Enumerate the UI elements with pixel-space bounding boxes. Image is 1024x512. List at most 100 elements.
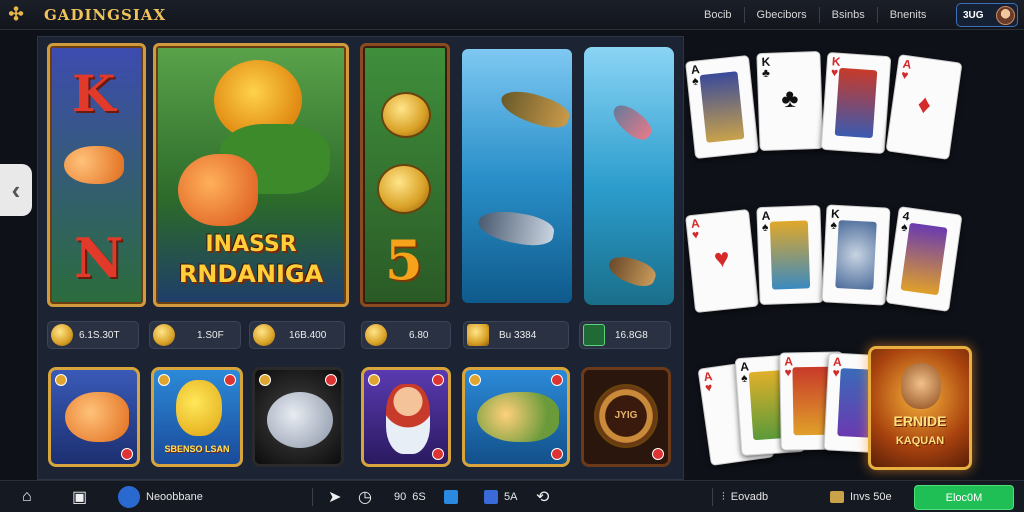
grid-icon [444,490,458,504]
coin-badge-icon [55,374,67,386]
fish-icon [64,146,124,184]
coin-badge-icon [368,374,380,386]
flag-icon [484,490,498,504]
mermaid-character-icon [386,384,430,454]
coin-icon [365,324,387,346]
stat-value: 6.80 [409,329,429,341]
face-card-art [834,67,878,139]
game-icon-banana[interactable]: SBENSO LSAN [151,367,243,467]
stat-group-1[interactable]: ⫶ Eovadb [722,481,768,512]
cta-button[interactable]: Eloc0M [914,485,1014,510]
chevron-left-icon: ‹ [11,174,21,205]
coin-icon [253,324,275,346]
leaping-salmon-icon [608,99,656,145]
stat-bar[interactable]: Bu 3384 [463,321,569,349]
stat-bar[interactable]: 1.S0F [149,321,241,349]
playing-card[interactable]: A ♥ ♦ [885,54,963,160]
stat-group-2[interactable]: Invs 50e [830,481,892,512]
swimming-fish-icon [475,206,557,250]
playing-card[interactable]: 4 ♠ [885,206,963,312]
game-icon-coin[interactable]: JYIG [581,367,671,467]
stat-value: 1.S0F [197,329,224,341]
jumping-fish-icon [497,84,572,134]
ocean-game-tile[interactable] [584,47,674,305]
games-panel: K N INASSR RNDANIGA 5 6.1S.30T 1.S0F 16B… [37,36,684,480]
playing-card[interactable]: K ♥ [820,51,892,155]
prev-arrow-button[interactable]: ‹ [0,164,32,216]
avatar[interactable] [996,6,1015,25]
profile-button[interactable]: Neoobbane [118,481,203,512]
big-fish-icon [178,154,258,226]
history-button[interactable]: ◷ [358,481,372,512]
nav-item-bsinbs[interactable]: Bsinbs [818,7,877,23]
club-icon: ♣ [780,82,799,114]
grid-button[interactable] [444,481,458,512]
coin-badge-icon [259,374,271,386]
playing-card[interactable]: A ♥ ♥ [685,208,759,314]
face-card-art [835,220,877,290]
stat-bar[interactable]: 16B.400 [249,321,345,349]
slot-tile-letters[interactable]: K N [47,43,146,307]
home-button[interactable]: ⌂ [22,481,32,512]
fishing-game-tile[interactable] [460,47,574,305]
coin-badge-icon [469,374,481,386]
game-icon-trout[interactable] [462,367,570,467]
alert-badge-icon [551,448,563,460]
stat-bar[interactable]: 6.1S.30T [47,321,139,349]
screen-button[interactable]: ▣ [72,481,87,512]
featured-game-tile[interactable]: INASSR RNDANIGA [153,43,349,307]
stat-label: Invs 50e [850,491,892,503]
home-icon: ⌂ [22,488,32,505]
counter-group-2[interactable]: 5A [484,481,517,512]
face-card-art [900,222,948,296]
stat-bar[interactable]: 6.80 [361,321,451,349]
promo-subtitle: KAQUAN [895,435,945,447]
playing-card[interactable]: K ♣ ♣ [756,50,824,152]
nav-item-gbecibors[interactable]: Gbecibors [743,7,819,23]
coin-label: JYIG [614,410,638,421]
nav-item-bocib[interactable]: Bocib [692,7,744,23]
counter-value: 5A [504,491,518,503]
stat-value: 16.8G8 [615,329,648,341]
game-icon-shark[interactable] [252,367,344,467]
featured-title-line-2: RNDANIGA [178,260,324,288]
slot-tile-coins[interactable]: 5 [360,43,450,307]
playing-card[interactable]: K ♠ [821,204,891,306]
game-icon-goldfish[interactable] [48,367,140,467]
shark-icon [267,392,333,448]
bottom-bar: ⌂ ▣ Neoobbane ➤ ◷ 90 6S 5A ⟲ ⫶ Eovadb In… [0,480,1024,512]
logo-icon[interactable]: ✣ [6,4,26,24]
game-icon-mermaid[interactable] [361,367,451,467]
user-chip[interactable]: 3UG [956,3,1018,27]
alert-badge-icon [551,374,563,386]
heart-icon: ♦ [915,88,934,120]
stat-bar[interactable]: 16.8G8 [579,321,671,349]
divider [312,488,313,506]
goldfish-icon [65,392,129,442]
promo-card[interactable]: ERNIDE KAQUAN [868,346,972,470]
character-face-icon [901,363,941,409]
banana-character-icon [176,380,222,436]
stat-value: Bu 3384 [499,329,537,341]
stat-value: 6.1S.30T [79,329,120,341]
coin-icon [377,164,431,214]
featured-title-line-1: INASSR [205,232,297,257]
alert-badge-icon [432,374,444,386]
profile-label: Neoobbane [146,491,203,503]
gift-icon [583,324,605,346]
slot-letter-k: K [72,64,116,123]
pointer-button[interactable]: ➤ [328,481,341,512]
playing-card[interactable]: A ♠ [685,54,759,160]
trout-icon [477,392,559,442]
top-bar: ✣ GADINGSIAX Bocib Gbecibors Bsinbs Bnen… [0,0,1024,30]
stat-value: 16B.400 [289,329,327,341]
cursor-icon: ➤ [328,489,342,506]
refresh-button[interactable]: ⟲ [536,481,549,512]
nav-item-bnenits[interactable]: Bnenits [876,7,939,23]
counter-group-1[interactable]: 90 6S [394,481,426,512]
slot-number: 5 [385,228,423,292]
coin-badge-icon [158,374,170,386]
playing-card[interactable]: A ♠ [756,204,824,306]
alert-badge-icon [224,374,236,386]
banner-label: SBENSO LSAN [164,444,230,454]
